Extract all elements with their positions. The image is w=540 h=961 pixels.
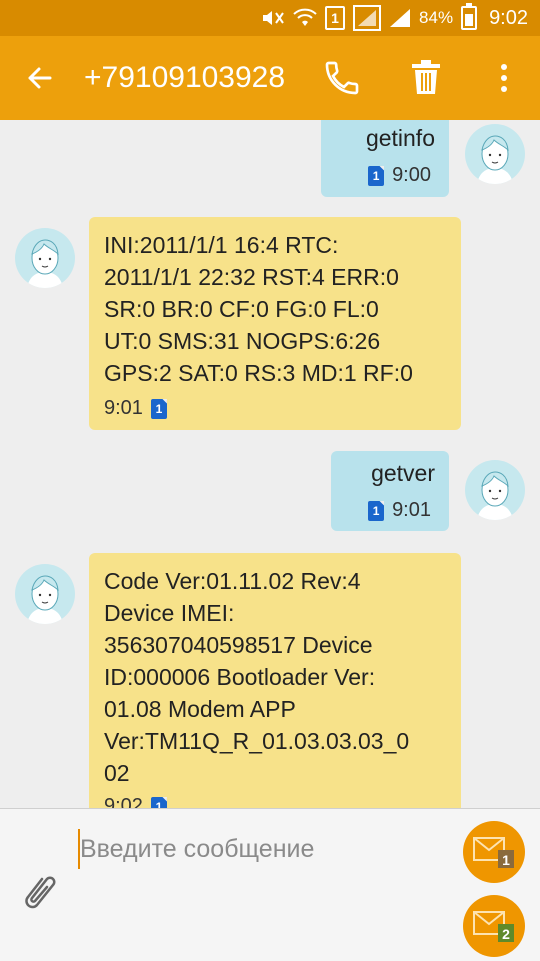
message-time: 9:01 — [104, 397, 143, 419]
compose-bar: 1 2 — [0, 808, 540, 961]
message-meta: 1 9:01 — [368, 499, 431, 522]
sim1-icon: 1 — [150, 398, 167, 419]
message-time: 9:01 — [392, 499, 431, 521]
message-meta: 9:01 1 — [104, 397, 167, 420]
signal-sim1-icon — [353, 5, 382, 31]
send-envelope-icon: 1 — [473, 837, 514, 868]
message-time: 9:00 — [392, 164, 431, 186]
send-envelope-icon: 2 — [473, 911, 514, 942]
message-bubble-incoming[interactable]: INI:2011/1/1 16:4 RTC: 2011/1/1 22:32 RS… — [89, 217, 461, 430]
message-text: getver — [371, 460, 435, 486]
message-text: Code Ver:01.11.02 Rev:4 Device IMEI: 356… — [104, 568, 410, 786]
sim-indicator: 1 — [325, 6, 346, 30]
more-options-button[interactable] — [486, 58, 522, 98]
status-icons: 1 84% 9:02 — [261, 0, 528, 36]
message-meta: 9:02 1 — [104, 795, 167, 808]
avatar[interactable] — [15, 564, 75, 624]
message-time: 9:02 — [104, 795, 143, 808]
more-vert-icon — [501, 64, 507, 92]
message-meta: 1 9:00 — [368, 164, 431, 187]
sim1-icon: 1 — [368, 165, 385, 186]
battery-icon — [461, 3, 478, 30]
message-bubble-outgoing[interactable]: getver 1 9:01 — [331, 451, 449, 531]
back-arrow-icon — [28, 67, 52, 89]
message-text: getinfo — [365, 125, 435, 151]
trash-icon — [412, 60, 440, 94]
message-list[interactable]: getinfo 1 9:00 INI:2011/1/1 16:4 RTC: 20… — [0, 120, 540, 808]
call-button[interactable] — [322, 58, 362, 98]
message-input[interactable] — [80, 827, 450, 871]
send-sim1-button[interactable]: 1 — [463, 821, 525, 883]
paperclip-icon — [25, 876, 56, 909]
message-bubble-outgoing[interactable]: getinfo 1 9:00 — [321, 120, 449, 197]
delete-button[interactable] — [406, 58, 446, 98]
send-sim2-button[interactable]: 2 — [463, 895, 525, 957]
action-bar: +79109103928 — [0, 36, 540, 120]
back-button[interactable] — [20, 58, 60, 98]
sim1-icon: 1 — [150, 796, 167, 808]
mute-icon — [261, 8, 285, 28]
clock: 9:02 — [489, 6, 528, 29]
status-bar: 1 84% 9:02 — [0, 0, 540, 36]
wifi-icon — [293, 8, 317, 28]
avatar[interactable] — [15, 228, 75, 288]
attach-button[interactable] — [18, 869, 58, 913]
message-bubble-incoming[interactable]: Code Ver:01.11.02 Rev:4 Device IMEI: 356… — [89, 553, 461, 808]
signal-sim2-icon — [389, 8, 411, 28]
sim1-badge: 1 — [502, 852, 510, 868]
avatar[interactable] — [465, 460, 525, 520]
sim2-badge: 2 — [502, 926, 510, 942]
avatar[interactable] — [465, 124, 525, 184]
message-text: INI:2011/1/1 16:4 RTC: 2011/1/1 22:32 RS… — [104, 232, 413, 386]
sim1-icon: 1 — [368, 500, 385, 521]
phone-icon — [325, 61, 359, 95]
contact-title: +79109103928 — [84, 61, 286, 94]
battery-percent: 84% — [419, 8, 454, 27]
